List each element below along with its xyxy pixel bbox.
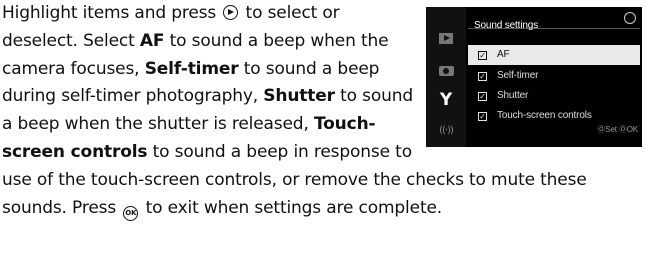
camera-menu-header: Sound settings	[468, 10, 640, 31]
camera-screen: Y ((·)) Sound settings ✓ AF ✓ Self-timer…	[426, 7, 642, 147]
term-af: AF	[139, 30, 165, 51]
camera-menu-item-self-timer: ✓ Self-timer	[468, 66, 640, 86]
term-shutter: Shutter	[263, 86, 335, 107]
wireless-menu-icon: ((·))	[439, 125, 454, 137]
camera-screen-figure: Y ((·)) Sound settings ✓ AF ✓ Self-timer…	[426, 7, 642, 147]
checkbox-icon: ✓	[478, 111, 487, 121]
multi-selector-right-icon	[223, 5, 239, 20]
instruction-paragraph: Y ((·)) Sound settings ✓ AF ✓ Self-timer…	[2, 0, 642, 222]
text-segment: Highlight items and press	[2, 3, 222, 23]
camera-menu-item-label: Touch-screen controls	[497, 110, 592, 122]
shooting-menu-icon	[436, 62, 456, 80]
back-icon	[624, 12, 636, 24]
term-self-timer: Self-timer	[144, 58, 239, 79]
checkbox-icon: ✓	[478, 71, 487, 81]
checkbox-icon: ✓	[478, 91, 487, 101]
camera-menu-title: Sound settings	[474, 20, 539, 31]
setup-menu-icon: Y	[439, 90, 453, 111]
camera-menu-item-af: ✓ AF	[468, 45, 640, 65]
camera-menu-sidebar: Y ((·))	[426, 7, 466, 147]
playback-menu-icon	[436, 29, 456, 47]
checkbox-icon: ✓	[478, 50, 487, 60]
ok-button-icon: OK	[123, 205, 139, 221]
text-segment: to exit when settings are complete.	[140, 197, 443, 218]
camera-menu-footer: ⓄSet ⓄOK	[597, 125, 638, 135]
